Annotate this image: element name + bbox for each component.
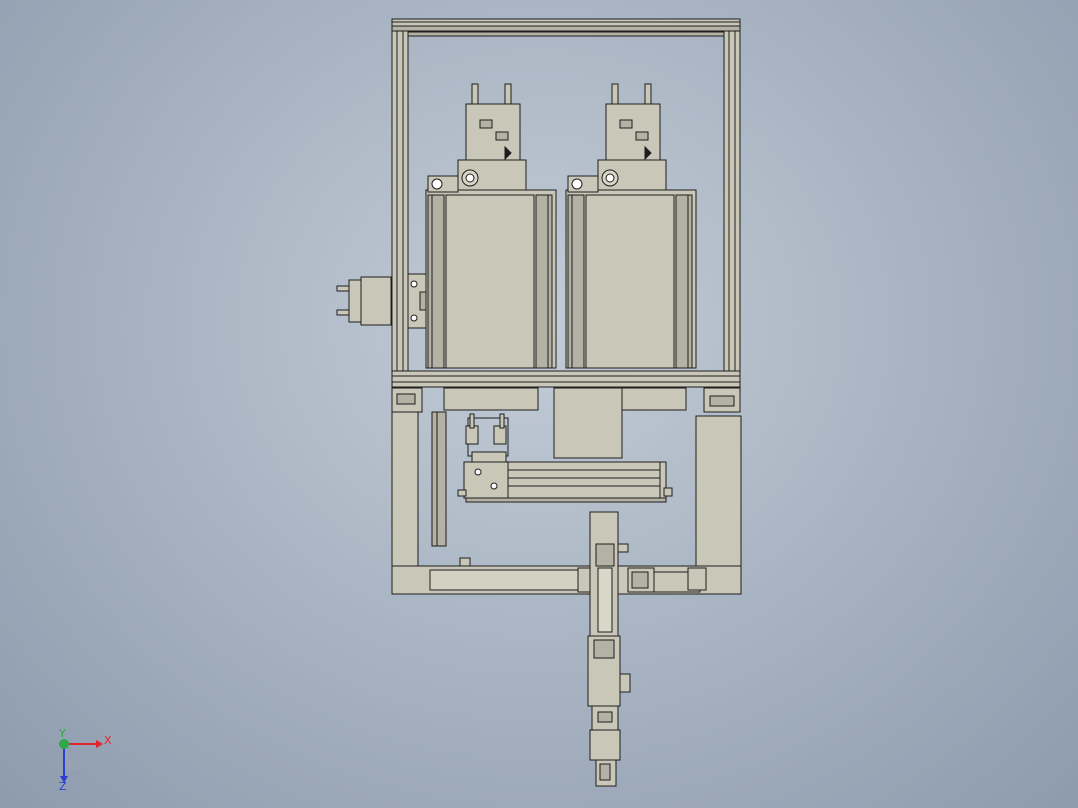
slide-cylinder xyxy=(507,461,663,499)
module-left-cover xyxy=(445,194,535,369)
side-cylinder-body xyxy=(360,276,392,326)
belt-guide xyxy=(431,411,447,547)
motor-right xyxy=(605,103,661,161)
cad-viewport[interactable]: X Y Z xyxy=(0,0,1078,808)
y-axis-label: Y xyxy=(58,727,66,740)
frame-bottom-beam xyxy=(391,370,741,388)
x-axis-label: X xyxy=(104,734,112,747)
linear-module-left[interactable] xyxy=(425,83,557,369)
machine-assembly[interactable] xyxy=(336,18,742,787)
vertical-actuator[interactable] xyxy=(587,511,631,787)
module-right-cover xyxy=(585,194,675,369)
lower-housing-left xyxy=(443,387,539,411)
z-axis-label: Z xyxy=(59,780,67,793)
y-axis-dot xyxy=(59,739,69,749)
side-cylinder[interactable] xyxy=(336,273,429,329)
view-orientation-triad[interactable]: X Y Z xyxy=(58,727,112,793)
motor-left xyxy=(465,103,521,161)
gripper-plate xyxy=(471,451,507,463)
linear-module-right[interactable] xyxy=(565,83,697,369)
center-column xyxy=(553,387,623,459)
frame-left-post xyxy=(391,30,409,372)
slide-block xyxy=(463,461,509,499)
frame-right-post xyxy=(723,30,741,372)
